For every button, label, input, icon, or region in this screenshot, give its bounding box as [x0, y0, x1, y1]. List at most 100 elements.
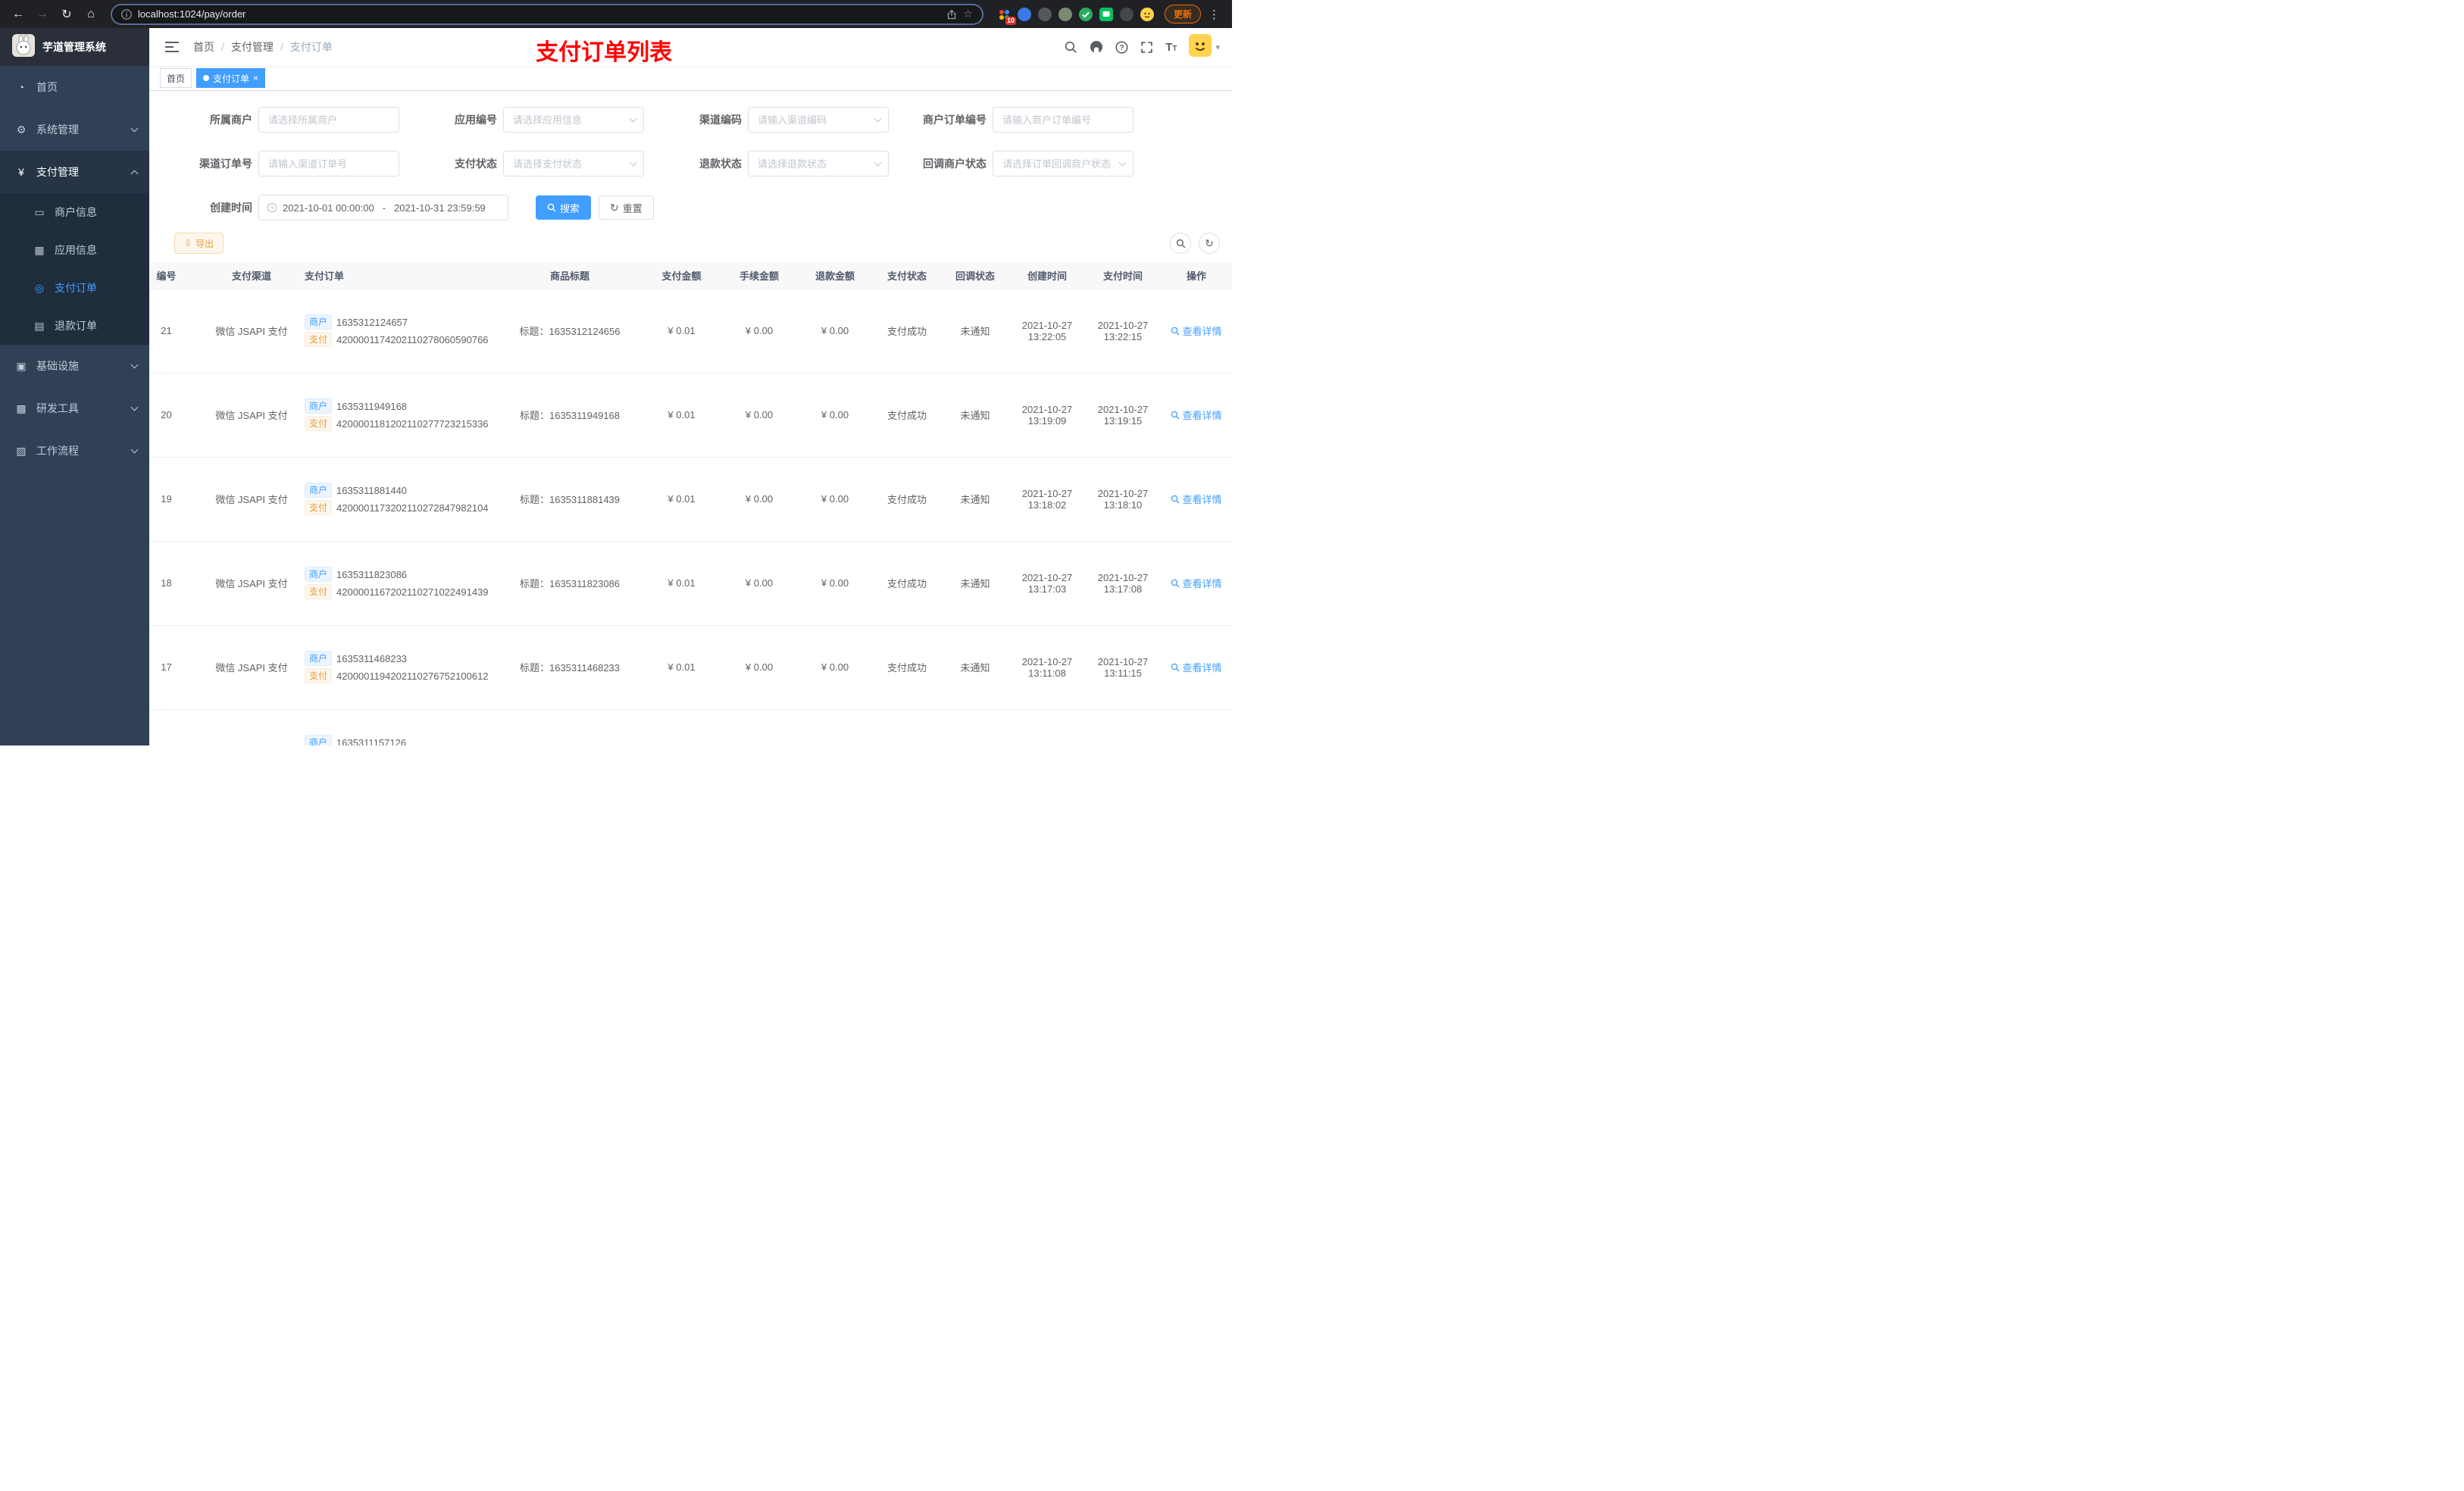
- sidebar-item-label: 支付管理: [36, 166, 79, 178]
- channel-code-input[interactable]: [748, 107, 889, 133]
- breadcrumb-home[interactable]: 首页: [193, 39, 214, 55]
- chevron-down-icon: [130, 361, 139, 369]
- view-detail-link[interactable]: 查看详情: [1171, 576, 1222, 590]
- channel-order-no-field[interactable]: [258, 151, 399, 177]
- col-pay-order: 支付订单: [297, 263, 498, 289]
- url-text[interactable]: localhost:1024/pay/order: [138, 8, 940, 20]
- sidebar-item-pay-order[interactable]: ◎ 支付订单: [0, 269, 149, 307]
- browser-reload-icon[interactable]: ↻: [56, 4, 77, 25]
- refund-status-input[interactable]: [748, 151, 889, 177]
- extension-badge: 10: [1005, 16, 1016, 25]
- extension-green-check-icon[interactable]: [1078, 7, 1093, 21]
- export-button[interactable]: ⇩ 导出: [174, 233, 224, 254]
- fee-amount: ¥ 0.00: [721, 541, 797, 626]
- sidebar-item-refund-order[interactable]: ▤ 退款订单: [0, 307, 149, 345]
- view-detail-link[interactable]: 查看详情: [1171, 492, 1222, 506]
- font-size-icon[interactable]: TT: [1165, 41, 1177, 54]
- help-icon[interactable]: ?: [1115, 40, 1128, 54]
- order-id: 20: [149, 373, 206, 458]
- user-menu[interactable]: ▾: [1189, 33, 1220, 61]
- notify-status: 未通知: [941, 625, 1009, 710]
- filter-refund-status: 退款状态: [644, 151, 889, 177]
- browser-menu-icon[interactable]: ⋮: [1204, 8, 1224, 21]
- sidebar-item-merchant-info[interactable]: ▭ 商户信息: [0, 193, 149, 231]
- tab-pay-order[interactable]: 支付订单 ×: [196, 68, 266, 88]
- sidebar-item-devtools[interactable]: ▩ 研发工具: [0, 387, 149, 430]
- sidebar-item-pay[interactable]: ¥ 支付管理: [0, 151, 149, 193]
- created-time: [1009, 709, 1085, 746]
- app-no-input[interactable]: [503, 107, 644, 133]
- notify-status-input[interactable]: [993, 151, 1134, 177]
- browser-home-icon[interactable]: ⌂: [80, 4, 102, 25]
- browser-update-button[interactable]: 更新: [1164, 5, 1201, 23]
- browser-back-icon[interactable]: ←: [8, 4, 29, 25]
- created-time: 2021-10-27 13:17:03: [1009, 541, 1085, 626]
- toggle-search-icon[interactable]: [1170, 233, 1191, 254]
- sidebar-item-workflow[interactable]: ▨ 工作流程: [0, 430, 149, 472]
- refund-amount: ¥ 0.00: [797, 373, 873, 458]
- tab-home[interactable]: 首页: [160, 68, 192, 88]
- merchant-order-no: 1635311881440: [336, 484, 408, 496]
- pay-tag: 支付: [305, 584, 333, 599]
- extension-drop-icon[interactable]: [1017, 7, 1031, 21]
- fullscreen-icon[interactable]: [1140, 41, 1153, 54]
- channel-order-no: 4200001194202110276752100612: [336, 670, 489, 682]
- main-area: 首页 / 支付管理 / 支付订单 支付订单列表 ? TT ▾ 首页 支付订单 ×…: [149, 28, 1232, 746]
- site-info-icon[interactable]: [121, 8, 132, 20]
- pay-status-select[interactable]: [503, 151, 644, 177]
- sidebar-item-system[interactable]: ⚙ 系统管理: [0, 108, 149, 151]
- reset-button[interactable]: ↻ 重置: [599, 195, 654, 220]
- orders-table-wrap: 编号 支付渠道 支付订单 商品标题 支付金额 手续金额 退款金额 支付状态 回调…: [149, 263, 1232, 746]
- sidebar-item-app-info[interactable]: ▦ 应用信息: [0, 231, 149, 269]
- col-id: 编号: [149, 263, 206, 289]
- extension-dark-icon[interactable]: [1037, 7, 1052, 21]
- breadcrumb-pay[interactable]: 支付管理: [231, 39, 274, 55]
- extension-chat-icon[interactable]: [1099, 7, 1113, 21]
- share-icon[interactable]: [946, 9, 957, 20]
- merchant-order-no: 1635311823086: [336, 568, 408, 580]
- breadcrumb-current: 支付订单: [289, 41, 333, 53]
- view-detail-link[interactable]: 查看详情: [1171, 324, 1222, 338]
- sidebar-item-infra[interactable]: ▣ 基础设施: [0, 345, 149, 387]
- refund-status-select[interactable]: [748, 151, 889, 177]
- merchant-tag: 商户: [305, 314, 333, 330]
- create-time-range-picker[interactable]: 2021-10-01 00:00:00 - 2021-10-31 23:59:5…: [258, 195, 508, 220]
- pay-status-input[interactable]: [503, 151, 644, 177]
- extension-dots-icon[interactable]: 10: [997, 8, 1016, 25]
- view-detail-link[interactable]: 查看详情: [1171, 408, 1222, 422]
- filter-app-no: 应用编号: [399, 107, 644, 133]
- url-bar[interactable]: localhost:1024/pay/order ☆: [111, 3, 983, 25]
- pay-channel: 微信 JSAPI 支付: [206, 289, 297, 374]
- sidebar-item-home[interactable]: ◔ 首页: [0, 66, 149, 108]
- date-end: 2021-10-31 23:59:59: [394, 202, 486, 214]
- refresh-table-icon[interactable]: ↻: [1199, 233, 1220, 254]
- app-no-select[interactable]: [503, 107, 644, 133]
- notify-status-select[interactable]: [993, 151, 1134, 177]
- merchant-order-no-field[interactable]: [993, 107, 1134, 133]
- github-icon[interactable]: [1090, 40, 1103, 54]
- extensions-puzzle-icon[interactable]: [1119, 7, 1134, 21]
- page-content: 所属商户 应用编号: [149, 91, 1232, 746]
- extension-olive-icon[interactable]: [1058, 7, 1072, 21]
- merchant-select[interactable]: [258, 107, 399, 133]
- bookmark-star-icon[interactable]: ☆: [963, 8, 973, 20]
- browser-forward-icon[interactable]: →: [32, 4, 53, 25]
- active-dot-icon: [203, 75, 210, 81]
- merchant-order-no-input[interactable]: [993, 107, 1134, 133]
- sidebar-item-label: 系统管理: [36, 123, 79, 136]
- channel-code-select[interactable]: [748, 107, 889, 133]
- channel-order-no-input[interactable]: [258, 151, 399, 177]
- close-icon[interactable]: ×: [253, 73, 258, 83]
- download-icon: ⇩: [184, 238, 192, 248]
- hamburger-icon[interactable]: [161, 37, 183, 57]
- search-icon[interactable]: [1065, 41, 1077, 54]
- profile-avatar-icon[interactable]: [1140, 7, 1154, 21]
- sidebar-item-label: 基础设施: [36, 360, 79, 372]
- merchant-input[interactable]: [258, 107, 399, 133]
- app-logo[interactable]: 芋道管理系统: [0, 28, 149, 66]
- view-detail-link[interactable]: 查看详情: [1171, 660, 1222, 674]
- filter-merchant-order-no: 商户订单编号: [889, 107, 1134, 133]
- search-button[interactable]: 搜索: [536, 195, 592, 220]
- merchant-order-no: 1635311468233: [336, 652, 408, 664]
- svg-text:?: ?: [1120, 44, 1124, 52]
